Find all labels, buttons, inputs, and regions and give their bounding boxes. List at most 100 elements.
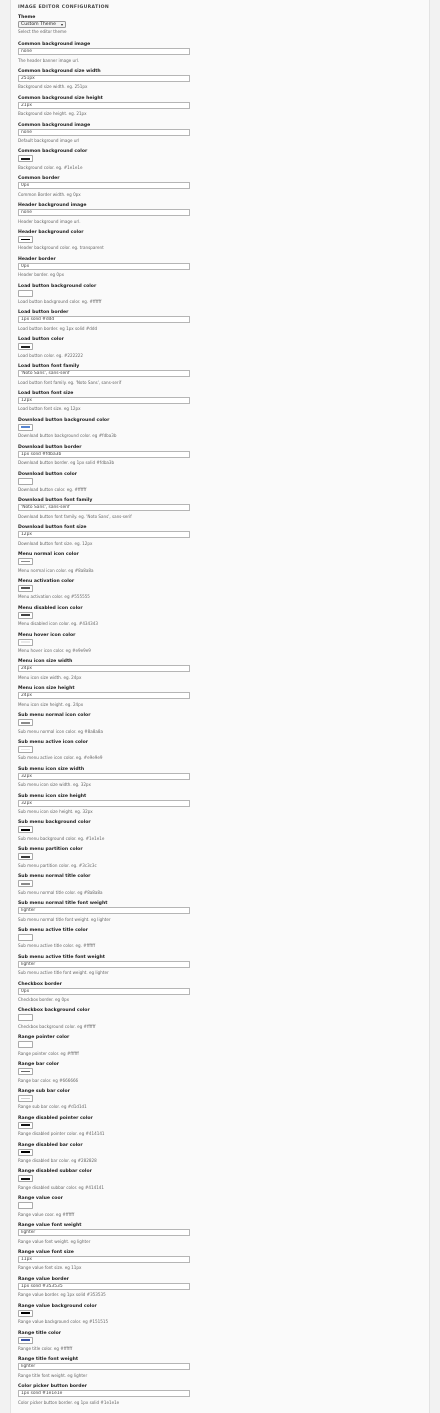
text-input[interactable]: 251px [18,74,190,82]
setting-label: Header border [18,256,56,262]
setting-field: Range title font weight lighter Range titl… [18,1357,418,1384]
setting-label: Range value background color [18,1303,97,1309]
text-input[interactable]: 'Noto Sans', sans-serif [18,370,190,378]
text-control: 0px [18,987,190,995]
setting-field: Download button background color Download… [18,418,418,445]
color-picker-input[interactable] [18,1068,33,1076]
page-title: IMAGE EDITOR CONFIGURATION [18,5,110,10]
text-input[interactable]: 0px [18,262,190,270]
setting-description: Background color. eg. #1e1e1e [18,164,83,170]
text-control: 21px [18,101,190,109]
text-input[interactable]: 1px solid #ddd [18,316,190,324]
color-swatch [20,641,31,643]
color-picker-input[interactable] [18,1309,33,1317]
color-swatch [20,345,31,348]
setting-field: Sub menu partition color Sub menu partiti… [18,847,418,874]
color-picker-input[interactable] [18,611,33,619]
color-picker-input[interactable] [18,343,33,351]
setting-label: Header background image [18,203,87,209]
setting-description: Download button font family. eg. 'Noto S… [18,513,132,519]
color-picker-input[interactable] [18,1175,33,1183]
setting-label: Range disabled subbar color [18,1169,92,1175]
color-picker-input[interactable] [18,289,33,297]
text-input[interactable]: 1px solid #fdba3b [18,450,190,458]
color-swatch [20,829,31,831]
setting-label: Range value font size [18,1249,74,1255]
color-picker-input[interactable] [18,853,33,861]
color-control [18,1148,33,1156]
text-input[interactable]: 12px [18,531,190,539]
color-picker-input[interactable] [18,155,33,163]
color-picker-input[interactable] [18,1121,33,1129]
color-swatch [20,1043,31,1046]
setting-field: Download button font size 12px Download bu… [18,525,418,552]
color-swatch [20,936,31,939]
setting-field: Range disabled bar color Range disabled b… [18,1143,418,1170]
color-picker-input[interactable] [18,477,33,485]
text-input[interactable]: 1px solid #353535 [18,1282,190,1290]
setting-description: Range disabled bar color. eg #282828 [18,1158,97,1164]
text-input[interactable]: 32px [18,799,190,807]
setting-label: Common background image [18,42,91,47]
color-swatch [20,882,31,885]
text-input[interactable]: 0px [18,182,190,190]
setting-field: Common background image none Default backg… [18,123,418,150]
setting-field: Download button font family 'Noto Sans', … [18,498,418,525]
theme-setting: Theme Custom Theme ▾ Select the editor t… [18,15,67,34]
theme-label: Theme [18,15,36,20]
text-input[interactable]: 12px [18,396,190,404]
setting-field: Download button border 1px solid #fdba3b D… [18,445,418,472]
setting-field: Range value font size 11px Range value fon… [18,1250,418,1277]
text-input[interactable]: 11px [18,1255,190,1263]
setting-description: Sub menu icon size width. eg. 32px [18,782,91,788]
setting-field: Header border 0px Header border. eg 0px [18,257,418,284]
color-picker-input[interactable] [18,638,33,646]
color-picker-input[interactable] [18,1148,33,1156]
text-input[interactable]: none [18,48,190,55]
text-input[interactable]: 24px [18,692,190,700]
text-input[interactable]: 'Noto Sans', sans-serif [18,504,190,512]
color-picker-input[interactable] [18,1336,33,1344]
setting-description: Range value font size. eg 11px [18,1265,82,1271]
text-input[interactable]: lighter [18,907,190,914]
text-input[interactable]: 24px [18,665,190,673]
color-picker-input[interactable] [18,558,33,566]
color-picker-input[interactable] [18,745,33,753]
text-input[interactable]: 21px [18,101,190,109]
text-input[interactable]: 32px [18,772,190,780]
color-picker-input[interactable] [18,880,33,888]
text-input[interactable]: none [18,209,190,217]
theme-select[interactable]: Custom Theme ▾ [18,21,66,28]
color-picker-input[interactable] [18,1014,33,1022]
text-input[interactable]: 0px [18,987,190,995]
setting-field: Range bar color Range bar color. eg #6666… [18,1062,418,1089]
color-picker-input[interactable] [18,1094,33,1102]
text-input[interactable]: lighter [18,960,190,968]
color-control [18,719,33,727]
text-control: 1px solid #fdba3b [18,450,190,458]
text-control: 24px [18,692,190,700]
color-swatch [20,748,31,751]
text-input[interactable]: lighter [18,1229,190,1237]
color-picker-input[interactable] [18,933,33,941]
text-input[interactable]: lighter [18,1363,190,1371]
setting-field: Checkbox background color Checkbox backgr… [18,1008,418,1035]
color-picker-input[interactable] [18,719,33,727]
color-swatch [20,1097,31,1100]
color-swatch [20,560,31,563]
color-picker-input[interactable] [18,1041,33,1049]
text-input[interactable]: none [18,128,190,136]
color-picker-input[interactable] [18,235,33,243]
color-picker-input[interactable] [18,423,33,431]
color-picker-input[interactable] [18,584,33,592]
color-control [18,558,33,566]
setting-description: Menu disabled icon color. eg. #434343 [18,621,98,627]
color-picker-input[interactable] [18,826,33,834]
setting-label: Sub menu active title font weight [18,954,105,960]
setting-field: Load button font size 12px Load button fon… [18,391,418,418]
chevron-down-icon: ▾ [60,22,63,27]
text-control: 251px [18,74,190,82]
color-picker-input[interactable] [18,1202,33,1210]
setting-field: Common background image none The header ba… [18,42,418,69]
text-input[interactable]: 1px solid #1e1e1e [18,1390,190,1398]
